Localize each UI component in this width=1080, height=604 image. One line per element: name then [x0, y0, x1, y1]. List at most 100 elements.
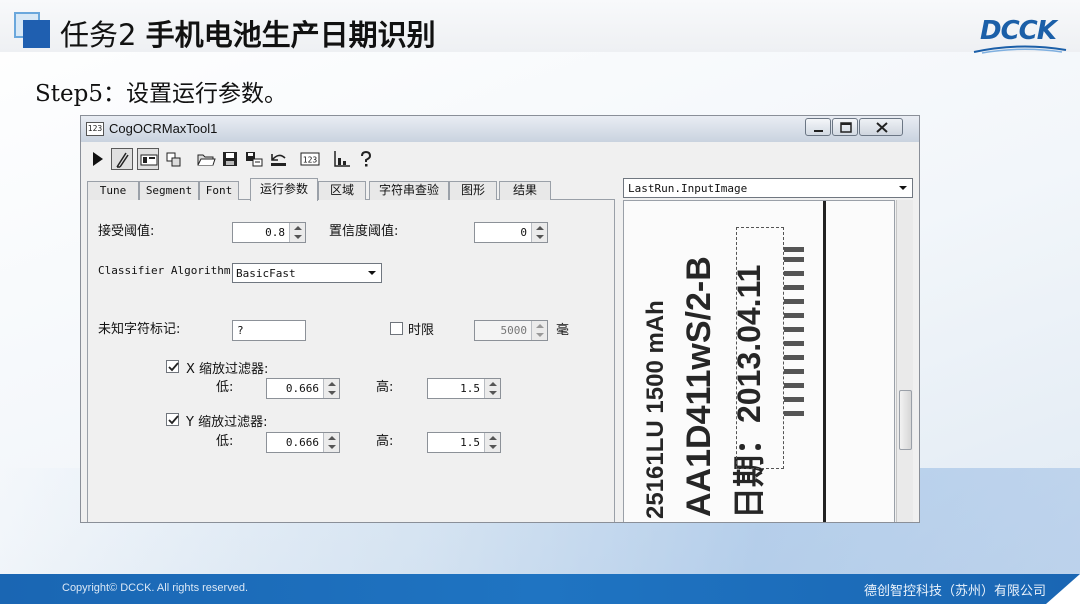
battery-label-line-1: 25161LU 1500 mAh	[642, 300, 669, 519]
scrollbar-thumb[interactable]	[899, 390, 912, 450]
reset-icon	[271, 154, 286, 166]
chevron-down-icon	[899, 186, 907, 190]
display-button[interactable]	[137, 148, 159, 170]
chart-button[interactable]	[331, 148, 353, 170]
toolbar: 123	[85, 146, 915, 174]
window-titlebar: 123 CogOCRMaxTool1	[81, 116, 919, 142]
page-title: 任务2 手机电池生产日期识别	[60, 12, 436, 54]
timeout-stepper[interactable]: 5000	[474, 320, 548, 341]
image-source-value: LastRun.InputImage	[628, 182, 748, 195]
accept-threshold-stepper[interactable]: 0.8	[232, 222, 306, 243]
company-name: 德创智控科技（苏州）有限公司	[863, 584, 1046, 599]
image-scrollbar[interactable]	[896, 200, 913, 522]
dcck-logo: DCCK	[972, 16, 1072, 56]
spin-arrows-icon[interactable]	[531, 223, 547, 242]
x-high-stepper[interactable]: 1.5	[427, 378, 501, 399]
step-label: Step5：设置运行参数。	[35, 81, 287, 107]
y-high-stepper[interactable]: 1.5	[427, 432, 501, 453]
help-icon	[361, 150, 372, 167]
timeout-label: 时限	[408, 323, 435, 338]
window-title: CogOCRMaxTool1	[109, 121, 218, 136]
y-low-label: 低:	[216, 434, 234, 449]
battery-label-line-2: AA1D411wS/2-B	[680, 256, 718, 517]
confidence-threshold-label: 置信度阈值:	[329, 224, 399, 239]
copyright-text: Copyright© DCCK. All rights reserved.	[62, 582, 249, 594]
minimize-icon	[814, 130, 823, 132]
timeout-value: 5000	[500, 324, 528, 337]
tab-string-check[interactable]: 字符串查验	[369, 181, 449, 200]
tab-region[interactable]: 区域	[318, 181, 366, 200]
y-high-value: 1.5	[460, 436, 480, 449]
image-source-select[interactable]: LastRun.InputImage	[623, 178, 913, 198]
svg-text:123: 123	[303, 156, 318, 165]
timeout-checkbox[interactable]	[390, 322, 403, 335]
unknown-char-label: 未知字符标记:	[98, 322, 181, 337]
accept-threshold-value: 0.8	[265, 226, 285, 239]
battery-edge-line	[823, 201, 826, 522]
copy-button[interactable]	[163, 148, 185, 170]
run-button[interactable]	[87, 148, 109, 170]
chart-icon	[334, 151, 350, 167]
run-icon	[93, 152, 103, 166]
tab-results[interactable]: 结果	[499, 181, 551, 200]
y-filter-label: Y 缩放过滤器:	[186, 415, 268, 430]
slide-header: 任务2 手机电池生产日期识别 DCCK	[0, 0, 1080, 54]
unknown-char-input[interactable]: ?	[232, 320, 306, 341]
save-button[interactable]	[219, 148, 241, 170]
save-icon	[223, 152, 237, 166]
electric-button[interactable]	[111, 148, 133, 170]
x-high-value: 1.5	[460, 382, 480, 395]
save-settings-button[interactable]	[243, 148, 265, 170]
spin-arrows-icon[interactable]	[323, 379, 339, 398]
close-icon	[876, 122, 888, 133]
label-stripes-icon	[784, 247, 804, 416]
timeout-unit: 毫	[556, 323, 570, 338]
tab-graphics[interactable]: 图形	[449, 181, 497, 200]
number-button[interactable]: 123	[299, 148, 321, 170]
tab-font[interactable]: Font	[199, 181, 239, 200]
page-title-prefix: 任务2	[60, 18, 146, 52]
battery-image-view[interactable]: 25161LU 1500 mAh AA1D411wS/2-B 日期：2013.0…	[623, 200, 895, 522]
page-title-main: 手机电池生产日期识别	[145, 18, 436, 52]
x-low-stepper[interactable]: 0.666	[266, 378, 340, 399]
logo-swoosh-icon	[973, 45, 1067, 54]
spin-arrows-icon[interactable]	[484, 379, 500, 398]
open-folder-icon	[197, 154, 216, 166]
x-high-label: 高:	[376, 380, 394, 395]
title-marker-icon	[14, 12, 50, 48]
spin-arrows-icon[interactable]	[289, 223, 305, 242]
electric-icon	[116, 152, 129, 168]
tab-run-params[interactable]: 运行参数	[250, 178, 318, 201]
x-low-value: 0.666	[285, 382, 319, 395]
x-filter-label: X 缩放过滤器:	[186, 362, 269, 377]
y-high-label: 高:	[376, 434, 394, 449]
copy-icon	[166, 152, 181, 167]
spin-arrows-icon[interactable]	[484, 433, 500, 452]
classifier-algorithm-select[interactable]: BasicFast	[232, 263, 382, 283]
x-filter-checkbox[interactable]	[166, 360, 179, 373]
tab-tune[interactable]: Tune	[87, 181, 139, 200]
maximize-icon	[840, 122, 852, 133]
y-low-value: 0.666	[285, 436, 319, 449]
y-low-stepper[interactable]: 0.666	[266, 432, 340, 453]
number-icon: 123	[300, 152, 320, 166]
confidence-threshold-stepper[interactable]: 0	[474, 222, 548, 243]
spin-arrows-icon[interactable]	[323, 433, 339, 452]
spin-arrows-icon[interactable]	[531, 321, 547, 340]
slide-footer: Copyright© DCCK. All rights reserved. 德创…	[0, 574, 1080, 604]
tab-segment[interactable]: Segment	[139, 181, 199, 200]
reset-button[interactable]	[267, 148, 289, 170]
y-filter-checkbox[interactable]	[166, 413, 179, 426]
accept-threshold-label: 接受阈值:	[98, 224, 155, 239]
checkmark-icon	[168, 415, 179, 425]
classifier-algorithm-value: BasicFast	[236, 267, 296, 280]
help-button[interactable]	[355, 148, 377, 170]
save-settings-icon	[246, 152, 263, 167]
maximize-button[interactable]	[832, 118, 858, 136]
window-app-icon: 123	[86, 122, 104, 136]
open-button[interactable]	[195, 148, 217, 170]
close-button[interactable]	[859, 118, 903, 136]
parameters-panel: Tune Segment Font 运行参数 区域 字符串查验 图形 结果 接受…	[87, 178, 615, 522]
image-display-panel: LastRun.InputImage 25161LU 1500 mAh AA1D…	[623, 178, 913, 522]
minimize-button[interactable]	[805, 118, 831, 136]
